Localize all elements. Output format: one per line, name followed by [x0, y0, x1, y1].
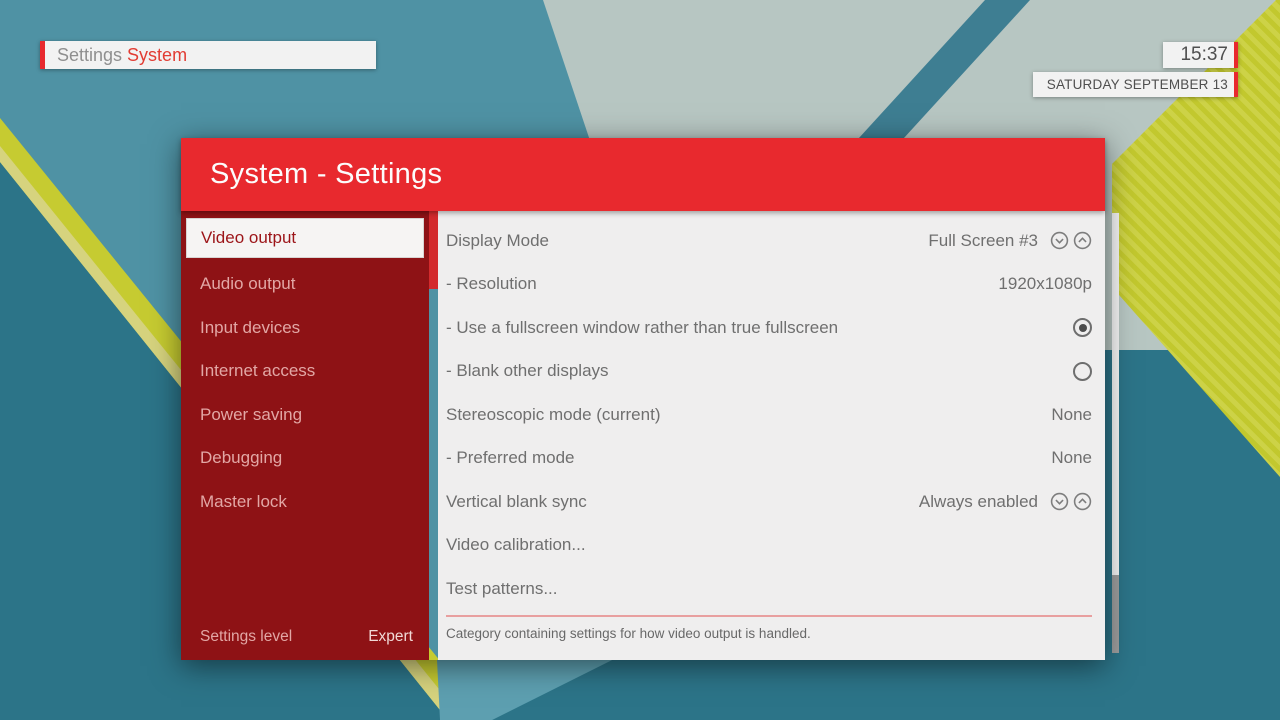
setting-value: 1920x1080p — [998, 274, 1092, 294]
chevron-up-circle-icon[interactable] — [1073, 231, 1092, 250]
settings-dialog: System - Settings Video outputAudio outp… — [181, 138, 1105, 660]
chevron-up-circle-icon[interactable] — [1073, 492, 1092, 511]
sidebar-item-debugging[interactable]: Debugging — [181, 436, 429, 480]
clock-time-label: 15:37 — [1180, 44, 1228, 66]
settings-list: Display Mode Full Screen #3 - Resolution 19… — [446, 219, 1092, 611]
setting-label: - Resolution — [446, 274, 537, 294]
settings-level-value: Expert — [368, 628, 413, 646]
sidebar-item-video-output[interactable]: Video output — [186, 218, 424, 258]
setting-label: Test patterns... — [446, 579, 558, 599]
setting-label: - Blank other displays — [446, 361, 609, 381]
scrollbar-thumb[interactable] — [1112, 575, 1119, 653]
setting-control: 1920x1080p — [998, 274, 1092, 294]
setting-row[interactable]: - Use a fullscreen window rather than tr… — [446, 306, 1092, 350]
setting-control — [1073, 362, 1092, 381]
sidebar-item-internet-access[interactable]: Internet access — [181, 349, 429, 393]
setting-control: Always enabled — [919, 492, 1092, 512]
focus-indicator-strip — [429, 211, 438, 289]
setting-row[interactable]: Vertical blank sync Always enabled — [446, 480, 1092, 524]
setting-control — [1073, 318, 1092, 337]
dialog-header: System - Settings — [181, 138, 1105, 211]
clock-date: SATURDAY SEPTEMBER 13 — [1033, 72, 1238, 97]
setting-label: Display Mode — [446, 231, 549, 251]
setting-value: None — [1051, 448, 1092, 468]
sidebar-item-power-saving[interactable]: Power saving — [181, 393, 429, 437]
category-sidebar: Video outputAudio outputInput devicesInt… — [181, 211, 429, 660]
help-text: Category containing settings for how vid… — [446, 617, 1092, 641]
dialog-body: Video outputAudio outputInput devicesInt… — [181, 211, 1105, 660]
dialog-title: System - Settings — [210, 158, 442, 191]
sidebar-item-audio-output[interactable]: Audio output — [181, 262, 429, 306]
spinner-buttons — [1050, 492, 1092, 511]
setting-label: Vertical blank sync — [446, 492, 587, 512]
setting-label: Video calibration... — [446, 535, 586, 555]
setting-value: None — [1051, 405, 1092, 425]
setting-label: - Preferred mode — [446, 448, 575, 468]
setting-control: None — [1051, 405, 1092, 425]
breadcrumb-section: Settings — [57, 45, 127, 66]
radio-off-icon[interactable] — [1073, 362, 1092, 381]
chevron-down-circle-icon[interactable] — [1050, 492, 1069, 511]
breadcrumb: Settings System — [40, 41, 376, 69]
setting-control: Full Screen #3 — [928, 231, 1092, 251]
setting-row[interactable]: - Preferred mode None — [446, 437, 1092, 481]
setting-row[interactable]: Test patterns... — [446, 567, 1092, 611]
radio-on-icon[interactable] — [1073, 318, 1092, 337]
category-list: Video outputAudio outputInput devicesInt… — [181, 218, 429, 523]
spinner-buttons — [1050, 231, 1092, 250]
breadcrumb-subsection: System — [127, 45, 187, 66]
clock-date-label: SATURDAY SEPTEMBER 13 — [1047, 77, 1228, 92]
setting-value: Full Screen #3 — [928, 231, 1038, 251]
settings-level-label: Settings level — [200, 628, 292, 646]
radio-dot — [1079, 324, 1087, 332]
setting-row[interactable]: Video calibration... — [446, 524, 1092, 568]
settings-panel: Display Mode Full Screen #3 - Resolution 19… — [438, 211, 1105, 660]
setting-value: Always enabled — [919, 492, 1038, 512]
setting-control: None — [1051, 448, 1092, 468]
setting-label: - Use a fullscreen window rather than tr… — [446, 318, 838, 338]
setting-label: Stereoscopic mode (current) — [446, 405, 660, 425]
sidebar-item-input-devices[interactable]: Input devices — [181, 306, 429, 350]
setting-row[interactable]: - Resolution 1920x1080p — [446, 263, 1092, 307]
sidebar-item-master-lock[interactable]: Master lock — [181, 480, 429, 524]
setting-row[interactable]: Stereoscopic mode (current) None — [446, 393, 1092, 437]
settings-level-row[interactable]: Settings level Expert — [181, 628, 429, 646]
setting-row[interactable]: - Blank other displays — [446, 350, 1092, 394]
setting-row[interactable]: Display Mode Full Screen #3 — [446, 219, 1092, 263]
clock-time: 15:37 — [1163, 42, 1238, 68]
chevron-down-circle-icon[interactable] — [1050, 231, 1069, 250]
